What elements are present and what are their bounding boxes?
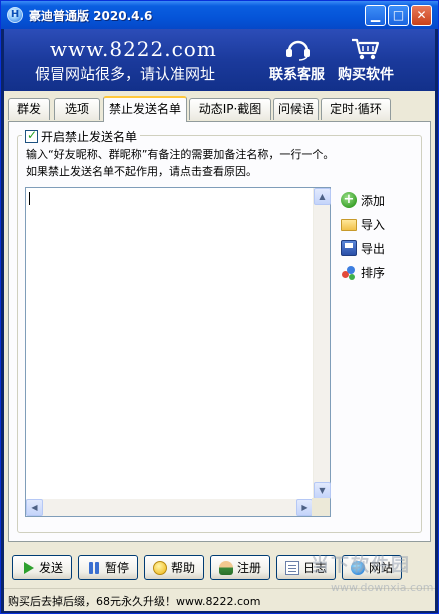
blocklist-groupbox: 开启禁止发送名单 输入“好友昵称、群昵称”有备注的需要加备注名称，一行一个。 如…: [17, 128, 422, 533]
help-button[interactable]: 帮助: [144, 555, 204, 580]
app-logo-icon[interactable]: H: [7, 7, 23, 23]
import-button[interactable]: 导入: [341, 215, 385, 233]
help-label: 帮助: [170, 561, 195, 575]
blocklist-panel: 开启禁止发送名单 输入“好友昵称、群昵称”有备注的需要加备注名称，一行一个。 如…: [8, 121, 431, 542]
log-label: 日志: [302, 561, 327, 575]
banner-slogan: 假冒网站很多，请认准网址: [35, 65, 216, 83]
app-window: H 豪迪普通版 2020.4.6 ▁ □ ✕ www.8222.com 假冒网站…: [0, 0, 439, 614]
pause-icon: [87, 561, 101, 575]
log-document-icon: [284, 560, 299, 575]
pause-label: 暂停: [104, 561, 129, 575]
scroll-up-icon[interactable]: ▲: [314, 188, 331, 205]
instruction-text: 输入“好友昵称、群昵称”有备注的需要加备注名称，一行一个。: [26, 148, 335, 161]
sort-button[interactable]: 排序: [341, 263, 385, 281]
play-icon: [21, 561, 35, 575]
tab-blocklist[interactable]: 禁止发送名单: [103, 96, 187, 122]
pause-button[interactable]: 暂停: [78, 555, 138, 580]
close-button[interactable]: ✕: [411, 5, 432, 26]
cart-icon[interactable]: [350, 37, 380, 61]
enable-blocklist-checkbox[interactable]: [25, 128, 38, 143]
enable-blocklist-toggle[interactable]: 开启禁止发送名单: [22, 128, 141, 145]
user-icon: [218, 560, 233, 575]
window-title: 豪迪普通版 2020.4.6: [29, 9, 153, 23]
send-button[interactable]: 发送: [12, 555, 72, 580]
maximize-button[interactable]: □: [388, 5, 409, 26]
tab-group-send[interactable]: 群发: [8, 98, 50, 120]
register-label: 注册: [236, 561, 261, 575]
register-button[interactable]: 注册: [210, 555, 270, 580]
status-bar: 购买后去掉后缀，68元永久升级！www.8222.com: [4, 588, 435, 610]
minimize-button[interactable]: ▁: [365, 5, 386, 26]
client-area: 群发 选项 禁止发送名单 动态IP·截图 问候语 定时·循环 开启禁止发送名单 …: [4, 91, 435, 611]
title-bar[interactable]: H 豪迪普通版 2020.4.6 ▁ □ ✕: [1, 1, 438, 29]
scroll-down-icon[interactable]: ▼: [314, 482, 331, 499]
website-label: 网站: [368, 561, 393, 575]
scroll-right-icon[interactable]: ▶: [296, 499, 313, 516]
tab-greetings[interactable]: 问候语: [273, 98, 319, 120]
contact-service-label[interactable]: 联系客服: [269, 64, 325, 84]
plus-icon: +: [341, 192, 357, 208]
buy-software-label[interactable]: 购买软件: [338, 64, 394, 84]
vertical-scrollbar[interactable]: ▲ ▼: [313, 188, 331, 499]
text-caret: [29, 192, 30, 205]
log-button[interactable]: 日志: [276, 555, 336, 580]
blocklist-textarea[interactable]: ▲ ▼ ◀ ▶: [25, 187, 331, 517]
sort-label: 排序: [361, 265, 386, 280]
save-disk-icon: [341, 240, 357, 256]
status-text: 购买后去掉后缀，68元永久升级！www.8222.com: [8, 595, 261, 608]
promo-banner: www.8222.com 假冒网站很多，请认准网址 联系客服 购买软件: [4, 29, 435, 91]
tab-dynamic-ip-screenshot[interactable]: 动态IP·截图: [189, 98, 271, 120]
export-label: 导出: [361, 241, 386, 256]
add-label: 添加: [361, 193, 386, 208]
banner-site-url[interactable]: www.8222.com: [50, 37, 217, 61]
tab-schedule-loop[interactable]: 定时·循环: [321, 98, 391, 120]
sort-icon: [341, 264, 357, 280]
scrollbar-corner: [312, 498, 330, 516]
tab-options[interactable]: 选项: [54, 98, 100, 120]
enable-blocklist-label[interactable]: 开启禁止发送名单: [41, 128, 137, 145]
export-button[interactable]: 导出: [341, 239, 385, 257]
help-smiley-icon: [152, 560, 167, 575]
website-button[interactable]: 网站: [342, 555, 402, 580]
import-label: 导入: [361, 217, 386, 232]
headset-icon[interactable]: [284, 37, 312, 61]
globe-icon: [350, 560, 365, 575]
scroll-left-icon[interactable]: ◀: [26, 499, 43, 516]
folder-icon: [341, 219, 357, 231]
horizontal-scrollbar[interactable]: ◀ ▶: [26, 499, 313, 516]
add-button[interactable]: + 添加: [341, 191, 385, 209]
bottom-toolbar: 发送 暂停 帮助 注册 日志 网站: [4, 546, 435, 588]
send-label: 发送: [38, 561, 63, 575]
help-link-text[interactable]: 如果禁止发送名单不起作用，请点击查看原因。: [26, 163, 257, 179]
